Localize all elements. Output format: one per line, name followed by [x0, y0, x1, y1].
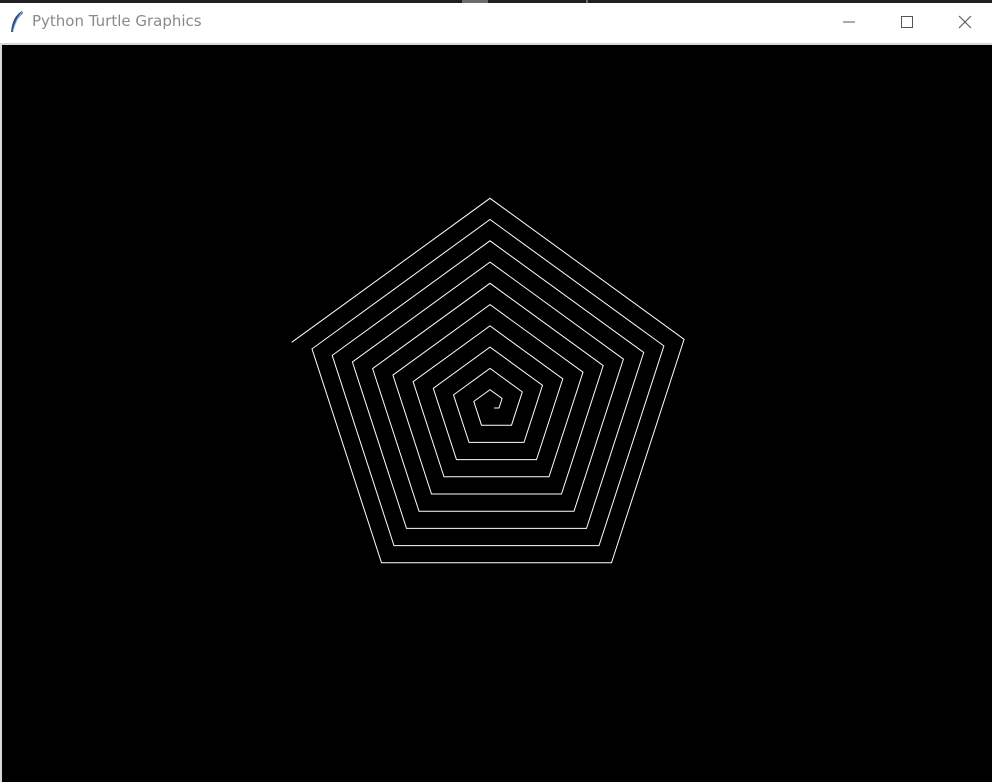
spiral-path — [291, 197, 685, 564]
minimize-button[interactable] — [820, 3, 878, 41]
turtle-canvas[interactable] — [0, 43, 992, 782]
pentagon-spiral — [291, 197, 685, 564]
window-title: Python Turtle Graphics — [32, 12, 202, 30]
feather-icon — [11, 11, 23, 32]
minimize-icon — [843, 21, 855, 23]
title-bar[interactable]: Python Turtle Graphics — [0, 3, 992, 41]
close-button[interactable] — [936, 3, 992, 41]
turtle-window: Python Turtle Graphics — [0, 0, 992, 782]
maximize-button[interactable] — [878, 3, 936, 41]
close-icon — [958, 15, 972, 29]
maximize-icon — [901, 16, 913, 28]
